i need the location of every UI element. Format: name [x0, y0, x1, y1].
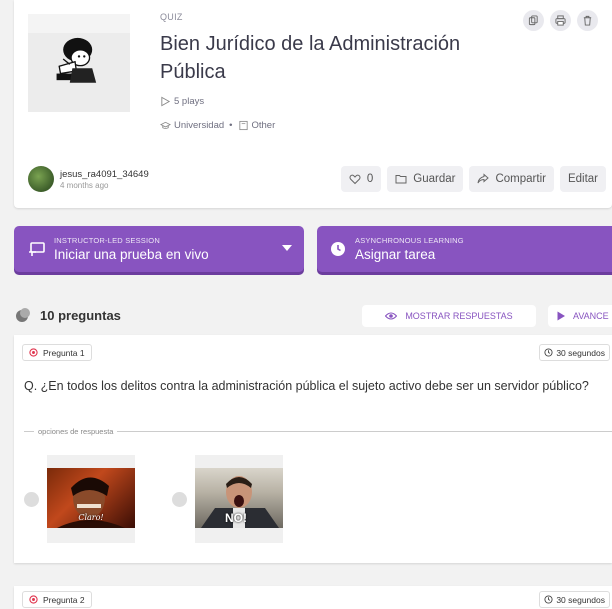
- question-time-label: 30 segundos: [556, 347, 605, 358]
- delete-button[interactable]: [577, 10, 598, 31]
- print-button[interactable]: [550, 10, 571, 31]
- chevron-down-icon[interactable]: [282, 245, 292, 251]
- question-badge: Pregunta 1: [22, 344, 92, 361]
- meta-separator: •: [229, 120, 233, 131]
- presentation-icon: [29, 242, 45, 256]
- share-icon: [477, 173, 490, 184]
- option-image: NO!: [195, 455, 283, 543]
- author-time: 4 months ago: [60, 180, 109, 190]
- plays-count: 5 plays: [160, 96, 204, 107]
- assign-homework-button[interactable]: ASYNCHRONOUS LEARNING Asignar tarea: [317, 226, 612, 272]
- assign-subtitle: ASYNCHRONOUS LEARNING: [355, 236, 464, 245]
- question-badge: Pregunta 2: [22, 591, 92, 608]
- options-label: opciones de respuesta: [38, 427, 114, 436]
- edit-label: Editar: [567, 173, 598, 185]
- like-count: 0: [366, 173, 374, 185]
- graduation-cap-icon: [160, 121, 171, 129]
- header-tools: [523, 10, 598, 31]
- save-label: Guardar: [413, 173, 456, 185]
- question-label: Pregunta 1: [43, 347, 85, 358]
- play-icon: [161, 96, 171, 107]
- target-icon: [29, 595, 38, 604]
- print-icon: [555, 15, 566, 26]
- advanced-label: AVANCE: [573, 311, 609, 321]
- show-answers-label: MOSTRAR RESPUESTAS: [405, 311, 513, 321]
- grade-label: Universidad: [174, 120, 225, 131]
- copy-button[interactable]: [523, 10, 544, 31]
- book-icon: [238, 120, 248, 131]
- share-button[interactable]: Compartir: [469, 166, 554, 192]
- avatar[interactable]: [28, 166, 54, 192]
- questions-stack-icon: [16, 308, 30, 322]
- live-quiz-button[interactable]: INSTRUCTOR-LED SESSION Iniciar una prueb…: [14, 226, 304, 272]
- options-divider: opciones de respuesta: [24, 427, 612, 436]
- option-radio[interactable]: [24, 491, 39, 507]
- quiz-title: Bien Jurídico de la Administración Públi…: [160, 33, 461, 83]
- live-title: Iniciar una prueba en vivo: [54, 247, 209, 262]
- question-card: Pregunta 1 30 segundos Q. ¿En todos los …: [14, 335, 612, 563]
- target-icon: [29, 348, 38, 357]
- assign-title: Asignar tarea: [355, 247, 436, 262]
- question-card: Pregunta 2 30 segundos: [14, 586, 612, 609]
- answer-option[interactable]: NO!: [172, 455, 283, 543]
- option-image: Claro!: [47, 455, 135, 543]
- question-label: Pregunta 2: [43, 594, 85, 605]
- question-count-label: 10 preguntas: [40, 307, 121, 323]
- mafalda-drawing: [56, 37, 97, 83]
- quiz-actions: 0 Guardar Compartir Editar: [340, 166, 606, 192]
- subject-label: Other: [251, 120, 276, 131]
- quiz-thumbnail: [28, 14, 130, 112]
- advanced-button[interactable]: AVANCE: [548, 305, 612, 327]
- live-subtitle: INSTRUCTOR-LED SESSION: [54, 236, 160, 245]
- show-answers-button[interactable]: MOSTRAR RESPUESTAS: [362, 305, 536, 327]
- heart-icon: [349, 174, 361, 185]
- question-time: 30 segundos: [539, 344, 610, 361]
- chevron-right-icon: [557, 311, 565, 321]
- author-info[interactable]: jesus_ra4091_34649 4 months ago: [28, 166, 149, 192]
- share-label: Compartir: [495, 173, 546, 185]
- option-caption: NO!: [225, 511, 247, 525]
- edit-button[interactable]: Editar: [559, 166, 606, 192]
- copy-icon: [528, 15, 538, 26]
- quiz-header-card: QUIZ Bien Jurídico de la Administración …: [14, 0, 612, 208]
- option-radio[interactable]: [172, 491, 187, 507]
- like-button[interactable]: 0: [340, 166, 382, 192]
- trash-icon: [583, 15, 592, 26]
- quiz-type-label: QUIZ: [160, 12, 183, 22]
- question-time: 30 segundos: [539, 591, 610, 608]
- save-button[interactable]: Guardar: [387, 166, 464, 192]
- question-time-label: 30 segundos: [556, 594, 605, 605]
- folder-icon: [395, 175, 407, 184]
- clock-icon: [544, 348, 553, 357]
- eye-icon: [385, 312, 398, 320]
- clock-icon: [331, 242, 345, 256]
- question-text: Q. ¿En todos los delitos contra la admin…: [24, 379, 589, 393]
- answer-option[interactable]: Claro!: [24, 455, 135, 543]
- clock-icon: [544, 595, 553, 604]
- author-name[interactable]: jesus_ra4091_34649: [60, 169, 149, 180]
- quiz-meta: Universidad • Other: [160, 120, 275, 131]
- plays-text: 5 plays: [174, 96, 205, 107]
- option-caption: Claro!: [78, 513, 104, 522]
- question-count: 10 preguntas: [14, 307, 121, 323]
